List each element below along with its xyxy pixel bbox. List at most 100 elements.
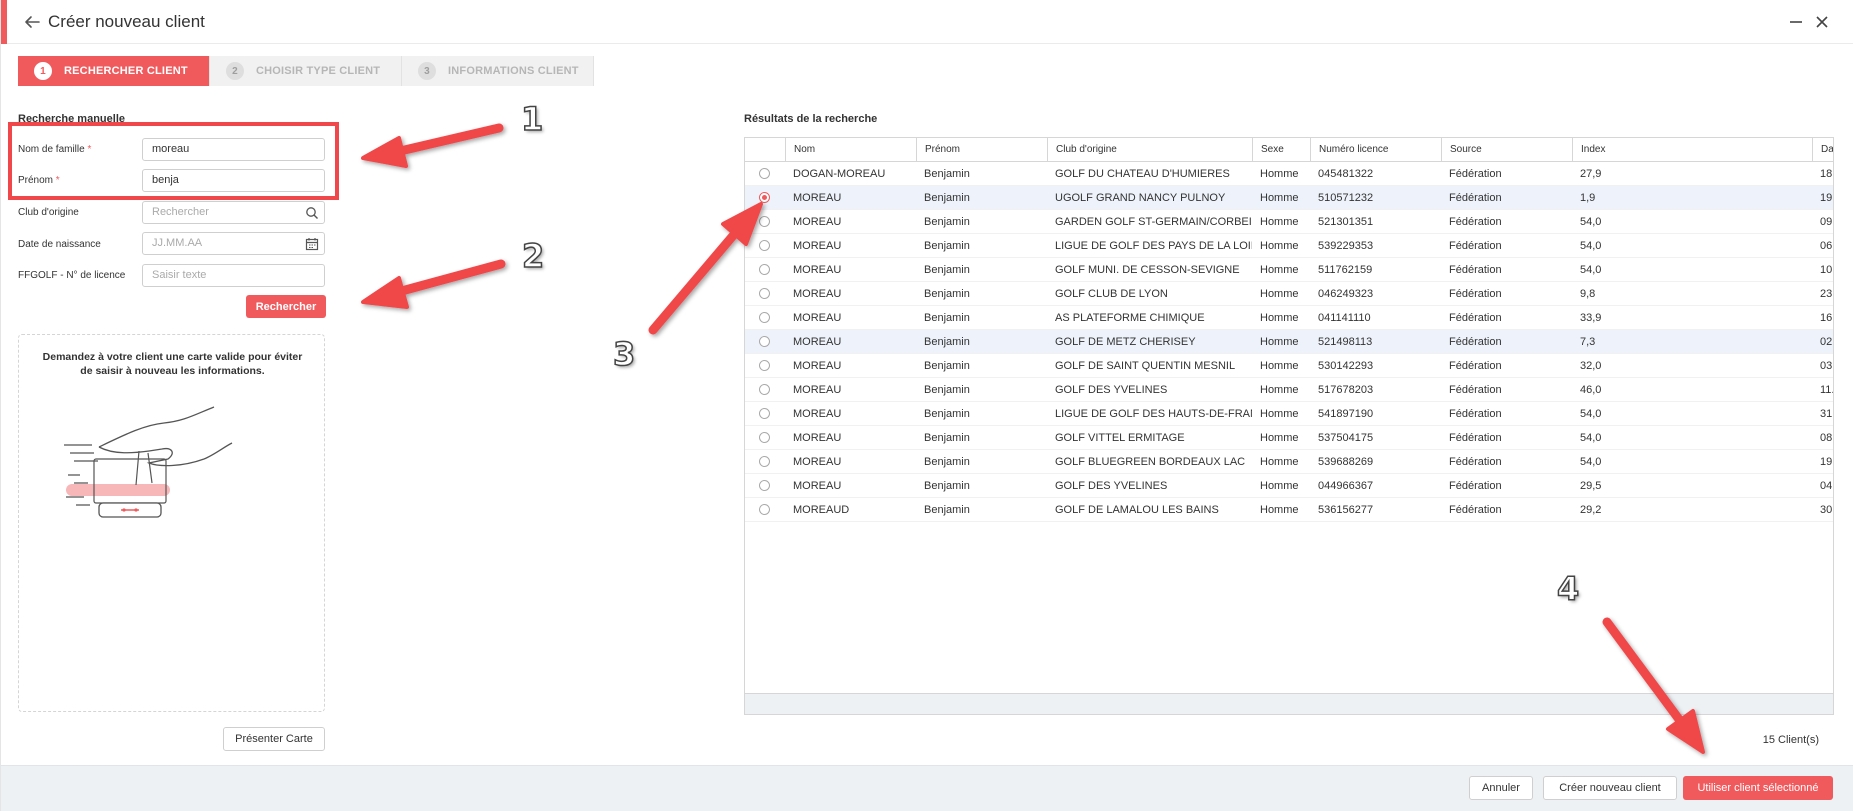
- cell-sexe: Homme: [1260, 384, 1299, 396]
- birth-date-input[interactable]: JJ.MM.AA: [142, 232, 325, 255]
- cell-source: Fédération: [1449, 312, 1502, 324]
- column-header-club[interactable]: Club d'origine: [1047, 138, 1252, 162]
- row-radio-button[interactable]: [759, 480, 770, 491]
- table-row[interactable]: MOREAU Benjamin GOLF CLUB DE LYON Homme 0462…: [745, 282, 1833, 306]
- search-button[interactable]: Rechercher: [246, 295, 326, 318]
- cell-licence: 041141110: [1318, 312, 1371, 324]
- cell-licence: 044966367: [1318, 480, 1374, 492]
- table-row[interactable]: MOREAU Benjamin UGOLF GRAND NANCY PULNOY Ho…: [745, 186, 1833, 210]
- cell-index: 54,0: [1580, 216, 1602, 228]
- card-instructions: Demandez à votre client une carte valide…: [42, 351, 303, 377]
- club-search-input[interactable]: Rechercher: [142, 201, 325, 224]
- table-row[interactable]: MOREAU Benjamin LIGUE DE GOLF DES HAUTS-DE…: [745, 402, 1834, 426]
- row-radio-button[interactable]: [759, 192, 770, 203]
- cell-index: 32,0: [1580, 360, 1602, 372]
- results-title: Résultats de la recherche: [744, 113, 878, 125]
- last-name-input[interactable]: moreau: [142, 138, 325, 161]
- table-row[interactable]: MOREAU Benjamin GOLF BLUEGREEN BORDEAUX LA…: [745, 450, 1833, 474]
- column-header-sexe[interactable]: Sexe: [1252, 138, 1310, 162]
- cell-date: 31.: [1820, 408, 1834, 420]
- row-radio-button[interactable]: [759, 456, 770, 467]
- row-radio-button[interactable]: [759, 432, 770, 443]
- table-row[interactable]: MOREAU Benjamin GOLF DES YVELINES Homme 0449…: [745, 474, 1833, 498]
- table-row[interactable]: MOREAUD Benjamin GOLF DE LAMALOU LES BAINS…: [745, 498, 1833, 522]
- table-row[interactable]: MOREAU Benjamin GOLF DE SAINT QUENTIN MESN…: [745, 354, 1834, 378]
- annotation-number-4: 4: [1556, 569, 1580, 609]
- use-selected-client-button[interactable]: Utiliser client sélectionné: [1683, 776, 1833, 800]
- cell-club: GOLF DE METZ CHERISEY: [1055, 336, 1196, 348]
- step-search-client[interactable]: 1 RECHERCHER CLIENT: [18, 56, 210, 86]
- cancel-button[interactable]: Annuler: [1469, 776, 1533, 800]
- row-radio-button[interactable]: [759, 240, 770, 251]
- card-reader-illustration: [64, 406, 233, 518]
- minimize-icon[interactable]: [1786, 12, 1806, 32]
- row-radio-button[interactable]: [759, 336, 770, 347]
- birth-date-label: Date de naissance: [18, 239, 101, 250]
- cell-nom: MOREAU: [793, 336, 842, 348]
- row-radio-button[interactable]: [759, 384, 770, 395]
- table-row[interactable]: MOREAU Benjamin GOLF DES YVELINES Homme 5176…: [745, 378, 1833, 402]
- cell-prenom: Benjamin: [924, 240, 970, 252]
- table-row[interactable]: MOREAU Benjamin GARDEN GOLF ST-GERMAIN/COR…: [745, 210, 1833, 234]
- row-radio-button[interactable]: [759, 168, 770, 179]
- table-row[interactable]: DOGAN-MOREAU Benjamin GOLF DU CHATEAU D'HU…: [745, 162, 1834, 186]
- cell-source: Fédération: [1449, 192, 1502, 204]
- column-header-prenom[interactable]: Prénom: [916, 138, 1047, 162]
- cell-nom: MOREAU: [793, 432, 842, 444]
- column-header-nom[interactable]: Nom: [785, 138, 916, 162]
- column-header-source[interactable]: Source: [1441, 138, 1572, 162]
- cell-licence: 539688269: [1318, 456, 1374, 468]
- cell-prenom: Benjamin: [924, 288, 970, 300]
- footer-bar: Annuler Créer nouveau client Utiliser cl…: [1, 765, 1853, 811]
- cell-prenom: Benjamin: [924, 456, 970, 468]
- license-input[interactable]: Saisir texte: [142, 264, 325, 287]
- search-icon[interactable]: [305, 206, 319, 220]
- table-row[interactable]: MOREAU Benjamin GOLF MUNI. DE CESSON-SEVIG…: [745, 258, 1833, 282]
- step-client-info[interactable]: 3 INFORMATIONS CLIENT: [402, 56, 594, 86]
- cell-sexe: Homme: [1260, 312, 1299, 324]
- cell-nom: MOREAU: [793, 384, 842, 396]
- row-radio-button[interactable]: [759, 360, 770, 371]
- cell-sexe: Homme: [1260, 360, 1299, 372]
- column-header-index[interactable]: Index: [1572, 138, 1812, 162]
- table-row[interactable]: MOREAU Benjamin GOLF VITTEL ERMITAGE Homme 5…: [745, 426, 1833, 450]
- cell-sexe: Homme: [1260, 288, 1299, 300]
- table-row[interactable]: MOREAU Benjamin GOLF DE METZ CHERISEY Homme…: [745, 330, 1833, 354]
- card-panel: Demandez à votre client une carte valide…: [18, 334, 325, 712]
- close-icon[interactable]: [1812, 12, 1832, 32]
- cell-date: 06.: [1820, 240, 1834, 252]
- row-radio-button[interactable]: [759, 264, 770, 275]
- cell-sexe: Homme: [1260, 216, 1299, 228]
- step-choose-type[interactable]: 2 CHOISIR TYPE CLIENT: [210, 56, 402, 86]
- row-radio-button[interactable]: [759, 216, 770, 227]
- cell-index: 46,0: [1580, 384, 1602, 396]
- step-label: CHOISIR TYPE CLIENT: [256, 65, 381, 77]
- row-radio-button[interactable]: [759, 504, 770, 515]
- arrow-left-icon[interactable]: [21, 11, 43, 33]
- calendar-icon[interactable]: [305, 237, 319, 251]
- cell-club: GOLF BLUEGREEN BORDEAUX LAC: [1055, 456, 1246, 468]
- cell-nom: MOREAU: [793, 456, 842, 468]
- cell-club: GOLF VITTEL ERMITAGE: [1055, 432, 1185, 444]
- row-radio-button[interactable]: [759, 288, 770, 299]
- column-header-licence[interactable]: Numéro licence: [1310, 138, 1441, 162]
- cell-date: 03.: [1820, 360, 1834, 372]
- table-row[interactable]: MOREAU Benjamin AS PLATEFORME CHIMIQUE Homm…: [745, 306, 1833, 330]
- cell-source: Fédération: [1449, 360, 1502, 372]
- row-radio-button[interactable]: [759, 312, 770, 323]
- row-radio-button[interactable]: [759, 408, 770, 419]
- present-card-button[interactable]: Présenter Carte: [223, 727, 325, 751]
- first-name-label: Prénom *: [18, 175, 60, 186]
- cell-source: Fédération: [1449, 456, 1502, 468]
- cell-licence: 511762159: [1318, 264, 1373, 276]
- cell-sexe: Homme: [1260, 432, 1299, 444]
- table-row[interactable]: MOREAU Benjamin LIGUE DE GOLF DES PAYS DE …: [745, 234, 1834, 258]
- cell-source: Fédération: [1449, 216, 1502, 228]
- cell-date: 18.: [1820, 168, 1834, 180]
- cell-club: GOLF DU CHATEAU D'HUMIERES: [1055, 168, 1230, 180]
- create-new-client-button[interactable]: Créer nouveau client: [1543, 776, 1677, 800]
- cell-club: GOLF DE SAINT QUENTIN MESNIL: [1055, 360, 1236, 372]
- cell-licence: 521301351: [1318, 216, 1374, 228]
- column-header-date[interactable]: Da: [1812, 138, 1833, 162]
- first-name-input[interactable]: benja: [142, 169, 325, 192]
